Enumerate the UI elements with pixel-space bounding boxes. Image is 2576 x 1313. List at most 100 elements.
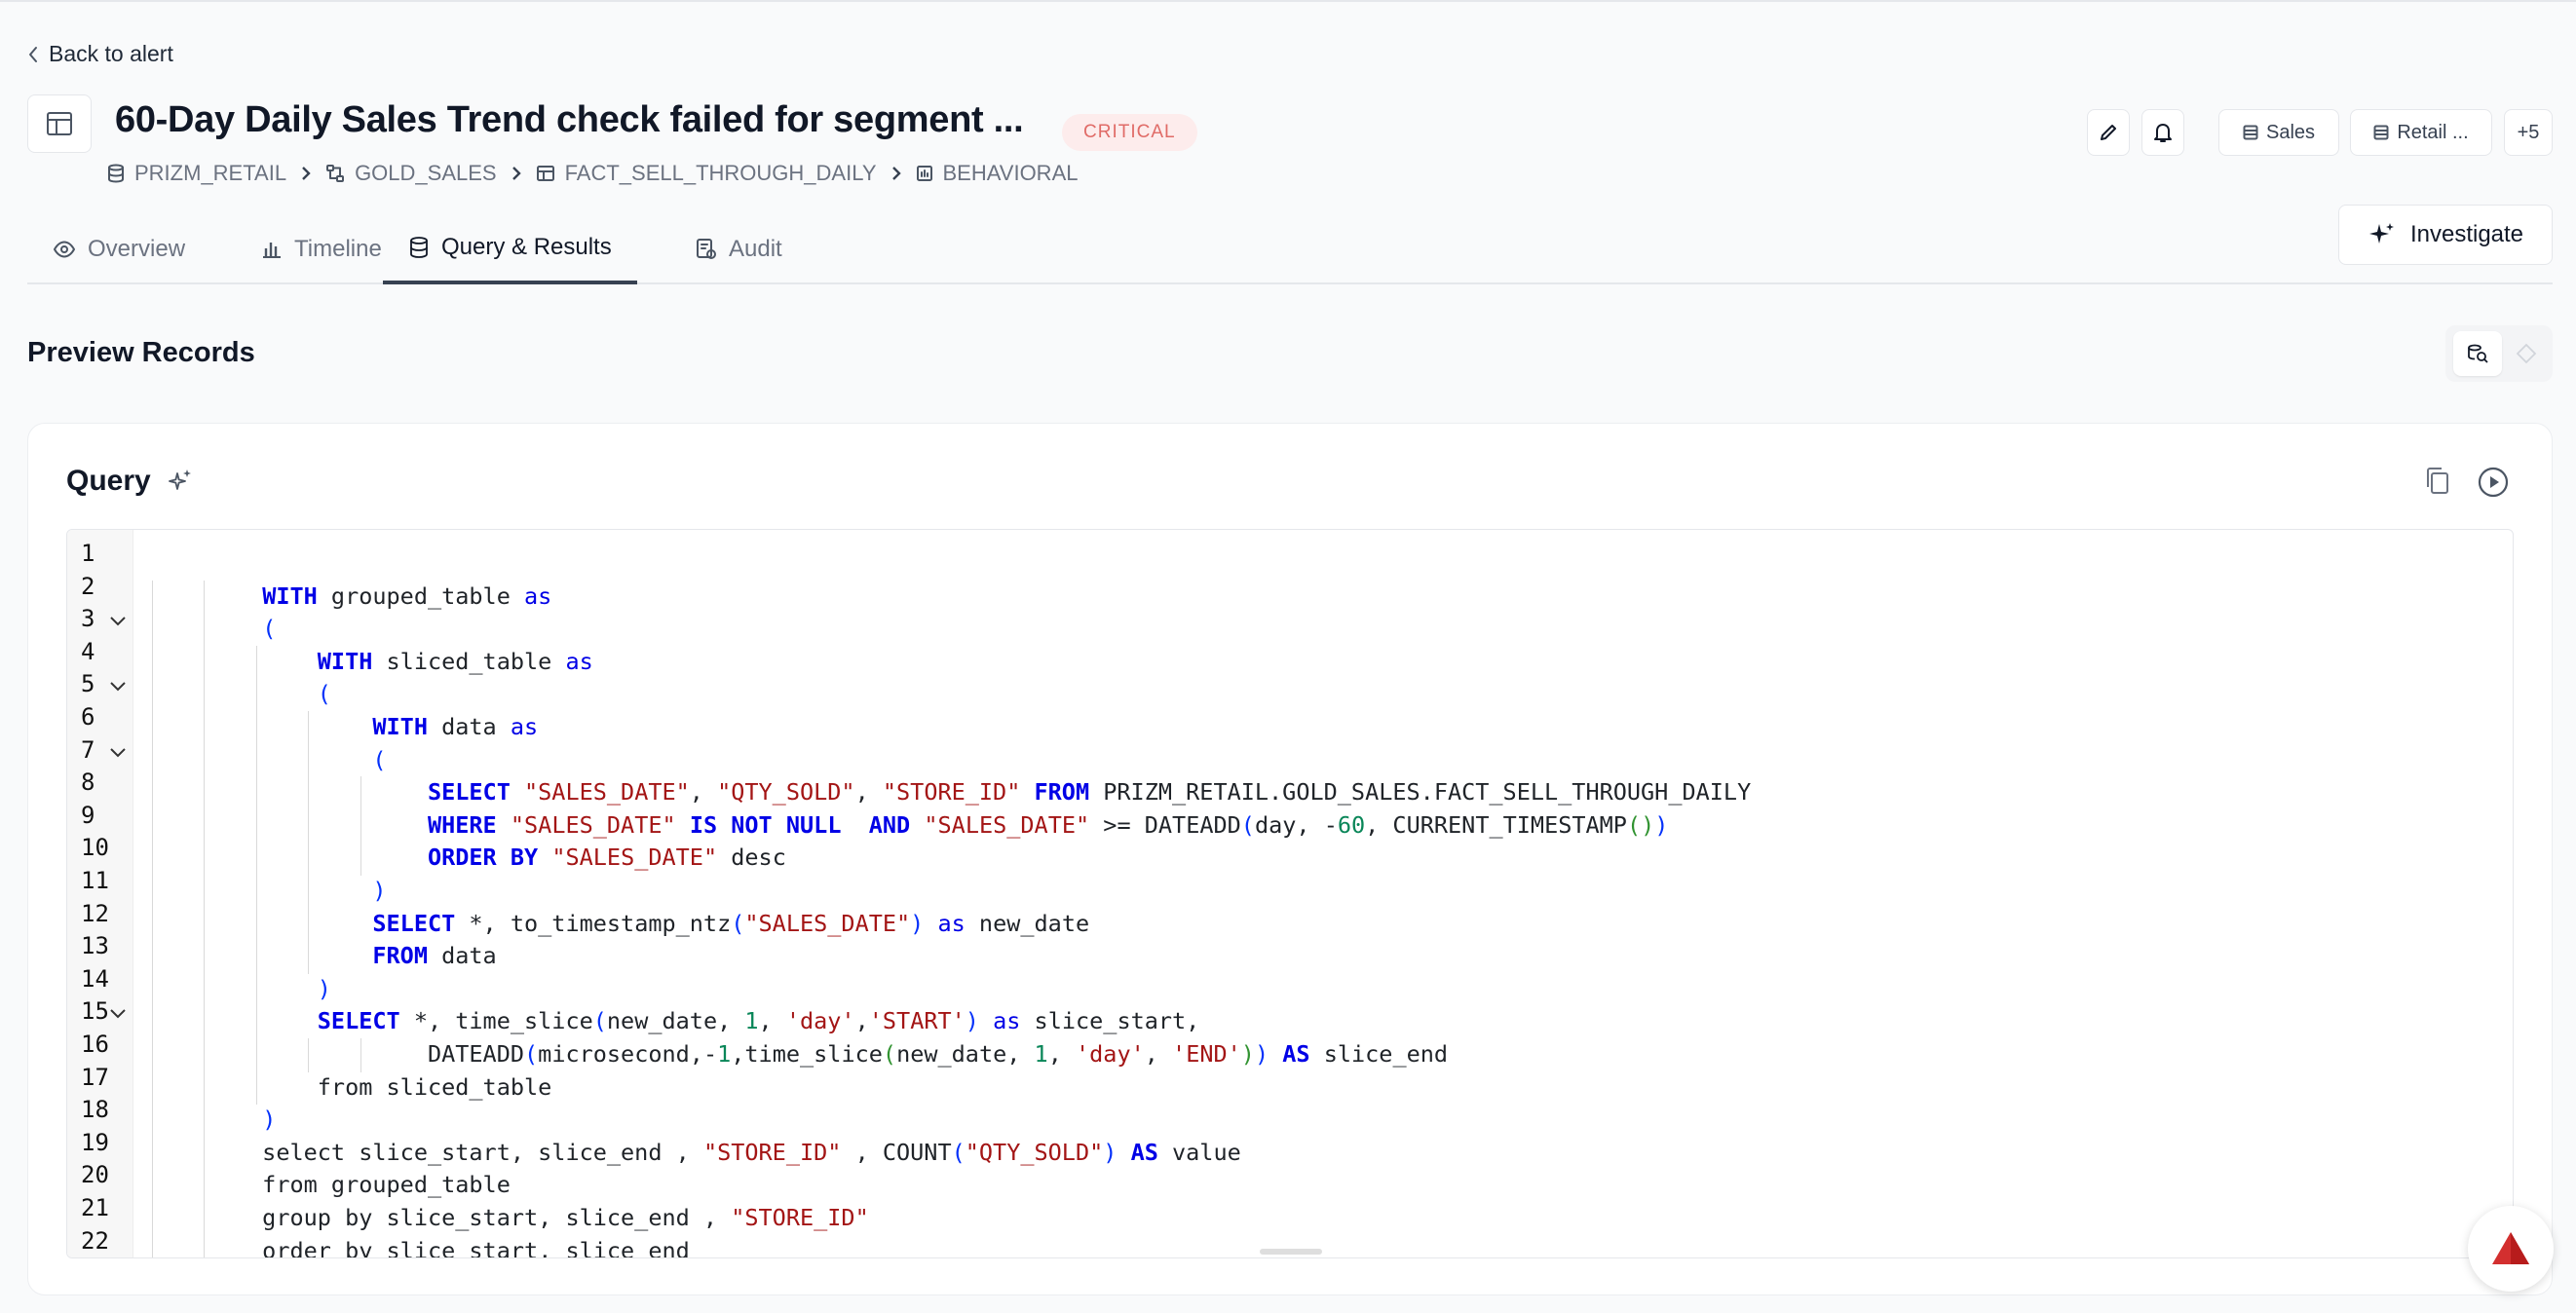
indent-guide [152, 776, 153, 810]
indent-guide [204, 1136, 206, 1171]
chevron-right-icon [302, 167, 311, 180]
edit-button[interactable] [2087, 109, 2130, 156]
tag-icon [2373, 125, 2389, 140]
indent-guide [204, 940, 206, 974]
tab-timeline[interactable]: Timeline [236, 214, 407, 284]
indent-guide [204, 580, 206, 615]
indent-guide [204, 1038, 206, 1072]
indent-guide [255, 907, 257, 942]
indent-guide [255, 940, 257, 974]
indent-guide [255, 711, 257, 745]
code-line: SELECT *, to_timestamp_ntz("SALES_DATE")… [372, 909, 1090, 937]
chevron-down-icon[interactable] [107, 676, 129, 697]
indent-guide [152, 1136, 153, 1171]
query-title: Query [66, 465, 151, 497]
indent-guide [308, 875, 310, 909]
breadcrumb-item-database[interactable]: PRIZM_RETAIL [107, 161, 286, 186]
code-line: from grouped_table [152, 1171, 511, 1199]
indent-guide [255, 776, 257, 810]
back-to-alert-link[interactable]: Back to alert [27, 41, 173, 67]
investigate-button[interactable]: Investigate [2338, 205, 2553, 265]
line-number: 13 [81, 932, 109, 960]
zoom-icon [2468, 344, 2488, 363]
line-number: 4 [81, 637, 95, 665]
diamond-icon [2516, 343, 2537, 364]
code-line: ( [372, 745, 387, 773]
code-line: select slice_start, slice_end , "STORE_I… [152, 1138, 1241, 1166]
code-line: DATEADD(microsecond,-1,time_slice(new_da… [152, 1040, 1449, 1068]
breadcrumb-item-table[interactable]: FACT_SELL_THROUGH_DAILY [536, 161, 877, 186]
code-line: ) [262, 1106, 277, 1134]
tab-label: Audit [729, 236, 782, 262]
tab-label: Query & Results [441, 234, 612, 260]
indent-guide [152, 613, 153, 647]
chevron-down-icon[interactable] [107, 611, 129, 632]
indent-guide [152, 1005, 153, 1039]
indent-guide [308, 711, 310, 745]
indent-guide [204, 875, 206, 909]
play-icon[interactable] [2477, 466, 2510, 499]
code-line: order by slice_start, slice_end [152, 1236, 690, 1258]
line-number: 9 [81, 801, 95, 829]
query-view-toggle[interactable] [2453, 331, 2502, 376]
sparkle-icon[interactable] [166, 466, 197, 497]
code-line: WITH sliced_table as [317, 647, 593, 675]
copy-icon[interactable] [2422, 466, 2453, 497]
logo-icon [2492, 1232, 2529, 1264]
more-tags-button[interactable]: +5 [2504, 109, 2553, 156]
breadcrumb-item-schema[interactable]: GOLD_SALES [325, 161, 497, 186]
indent-guide [152, 940, 153, 974]
assistant-launcher-button[interactable] [2468, 1206, 2554, 1292]
tab-audit[interactable]: Audit [670, 214, 808, 284]
indent-guide [255, 743, 257, 778]
chevron-down-icon[interactable] [107, 742, 129, 764]
chevron-down-icon[interactable] [107, 1003, 129, 1025]
chart-view-toggle[interactable] [2504, 331, 2549, 376]
indent-guide [308, 743, 310, 778]
audit-icon [697, 239, 716, 259]
indent-guide [360, 1038, 361, 1072]
schema-icon [326, 165, 345, 182]
breadcrumb: PRIZM_RETAIL GOLD_SALES FACT_SELL_THROUG… [107, 161, 1078, 186]
indent-guide [152, 1169, 153, 1203]
line-number: 2 [81, 572, 95, 600]
breadcrumb-item-category[interactable]: BEHAVIORAL [916, 161, 1079, 186]
severity-badge: CRITICAL [1062, 114, 1197, 151]
horizontal-scrollbar[interactable] [1260, 1249, 1322, 1255]
sql-editor[interactable]: 1 2 3 4 5 6 7 8 9 10 11 12 13 14 15 16 17 18 19 20 21 22 WITH… [66, 529, 2514, 1258]
chevron-right-icon [511, 167, 521, 180]
line-number: 22 [81, 1226, 109, 1255]
line-number: 1 [81, 540, 95, 567]
tab-overview[interactable]: Overview [27, 214, 210, 284]
indent-guide [255, 875, 257, 909]
code-area[interactable]: WITH grouped_table as ( WITH sliced_tabl… [134, 540, 2513, 1257]
line-number: 19 [81, 1128, 109, 1156]
tag-label: Retail ... [2397, 121, 2469, 143]
indent-guide [204, 711, 206, 745]
code-line: WITH data as [372, 713, 539, 740]
tab-query-results[interactable]: Query & Results [383, 214, 637, 284]
indent-guide [204, 1104, 206, 1138]
breadcrumb-label: BEHAVIORAL [942, 161, 1079, 185]
line-number: 18 [81, 1096, 109, 1124]
indent-guide [152, 678, 153, 712]
tag-sales[interactable]: Sales [2218, 109, 2339, 156]
table-icon [47, 112, 72, 135]
tag-retail[interactable]: Retail ... [2350, 109, 2492, 156]
code-line: from sliced_table [152, 1072, 552, 1101]
line-number: 17 [81, 1063, 109, 1091]
line-number: 3 [81, 605, 95, 633]
indent-guide [204, 1169, 206, 1203]
indent-guide [204, 972, 206, 1007]
indent-guide [204, 907, 206, 942]
notifications-button[interactable] [2141, 109, 2184, 156]
indent-guide [152, 808, 153, 844]
code-line: WITH grouped_table as [262, 581, 552, 610]
indent-guide [152, 1070, 153, 1106]
indent-guide [308, 808, 310, 844]
code-line: SELECT "SALES_DATE", "QTY_SOLD", "STORE_… [427, 778, 1752, 807]
line-number: 20 [81, 1161, 109, 1189]
top-border [0, 0, 2576, 2]
page-title: 60-Day Daily Sales Trend check failed fo… [115, 99, 1024, 140]
indent-guide [204, 678, 206, 712]
